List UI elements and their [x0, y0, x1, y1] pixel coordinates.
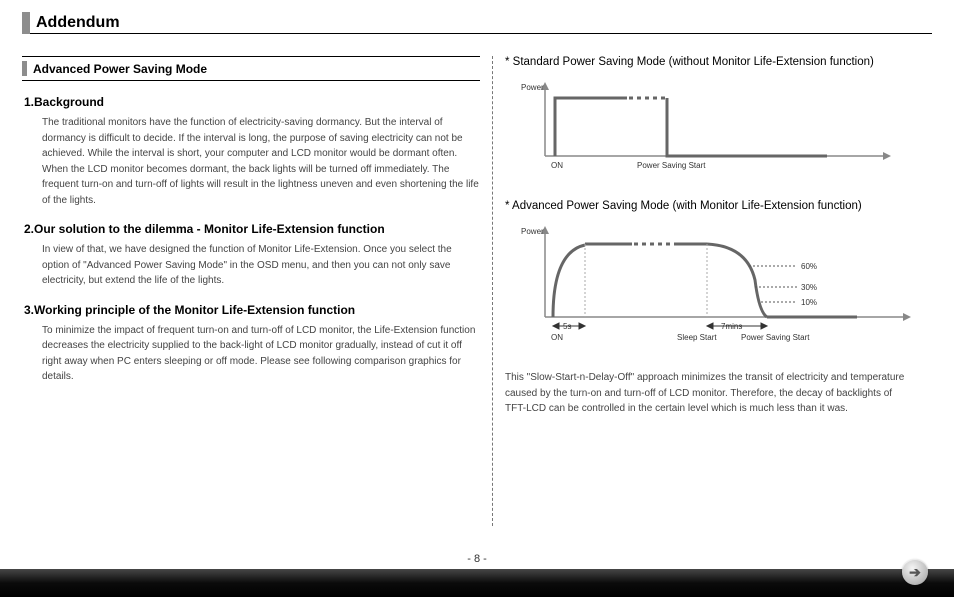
chart-1-svg: Power ON Power Saving Start: [517, 78, 897, 178]
c2-30: 30%: [801, 283, 817, 292]
c2-ps: Power Saving Start: [741, 333, 810, 342]
c2-on: ON: [551, 333, 563, 342]
two-column-layout: Advanced Power Saving Mode 1.Background …: [22, 56, 932, 536]
chart-1-title: * Standard Power Saving Mode (without Mo…: [505, 56, 913, 68]
c2-60: 60%: [801, 262, 817, 271]
c2-7m: 7mins: [721, 322, 742, 331]
paragraph-2: In view of that, we have designed the fu…: [42, 242, 480, 289]
chart-2-svg: Power 5s 7mins ON Sleep Start Power Savi…: [517, 222, 917, 352]
section-header: Advanced Power Saving Mode: [22, 56, 480, 81]
c2-ylabel: Power: [521, 227, 544, 236]
title-accent-stripe: [22, 12, 30, 34]
title-bar: Addendum: [22, 12, 932, 34]
right-column: * Standard Power Saving Mode (without Mo…: [493, 56, 913, 536]
chart-2-title: * Advanced Power Saving Mode (with Monit…: [505, 200, 913, 212]
subheading-2: 2.Our solution to the dilemma - Monitor …: [24, 222, 480, 236]
c2-10: 10%: [801, 298, 817, 307]
chart-standard-mode: Power ON Power Saving Start: [517, 78, 913, 178]
section-accent-stripe: [22, 61, 27, 76]
left-column: Advanced Power Saving Mode 1.Background …: [22, 56, 492, 536]
page-title: Addendum: [36, 12, 120, 34]
next-page-button[interactable]: ➔: [902, 559, 928, 585]
c1-ylabel: Power: [521, 83, 544, 92]
chart-advanced-mode: Power 5s 7mins ON Sleep Start Power Savi…: [517, 222, 913, 352]
paragraph-1: The traditional monitors have the functi…: [42, 115, 480, 208]
right-footer-paragraph: This "Slow-Start-n-Delay-Off" approach m…: [505, 370, 913, 417]
paragraph-3: To minimize the impact of frequent turn-…: [42, 323, 480, 385]
c1-on-label: ON: [551, 161, 563, 170]
c2-5s: 5s: [563, 322, 571, 331]
title-block: Addendum: [22, 12, 120, 34]
c1-ps-label: Power Saving Start: [637, 161, 706, 170]
page-number: - 8 -: [467, 553, 487, 565]
c2-sleep: Sleep Start: [677, 333, 717, 342]
arrow-right-icon: ➔: [909, 564, 921, 581]
bottom-gradient-bar: [0, 569, 954, 597]
subheading-1: 1.Background: [24, 95, 480, 109]
manual-page: Addendum Advanced Power Saving Mode 1.Ba…: [0, 0, 954, 597]
subheading-3: 3.Working principle of the Monitor Life-…: [24, 303, 480, 317]
section-header-text: Advanced Power Saving Mode: [33, 62, 207, 76]
